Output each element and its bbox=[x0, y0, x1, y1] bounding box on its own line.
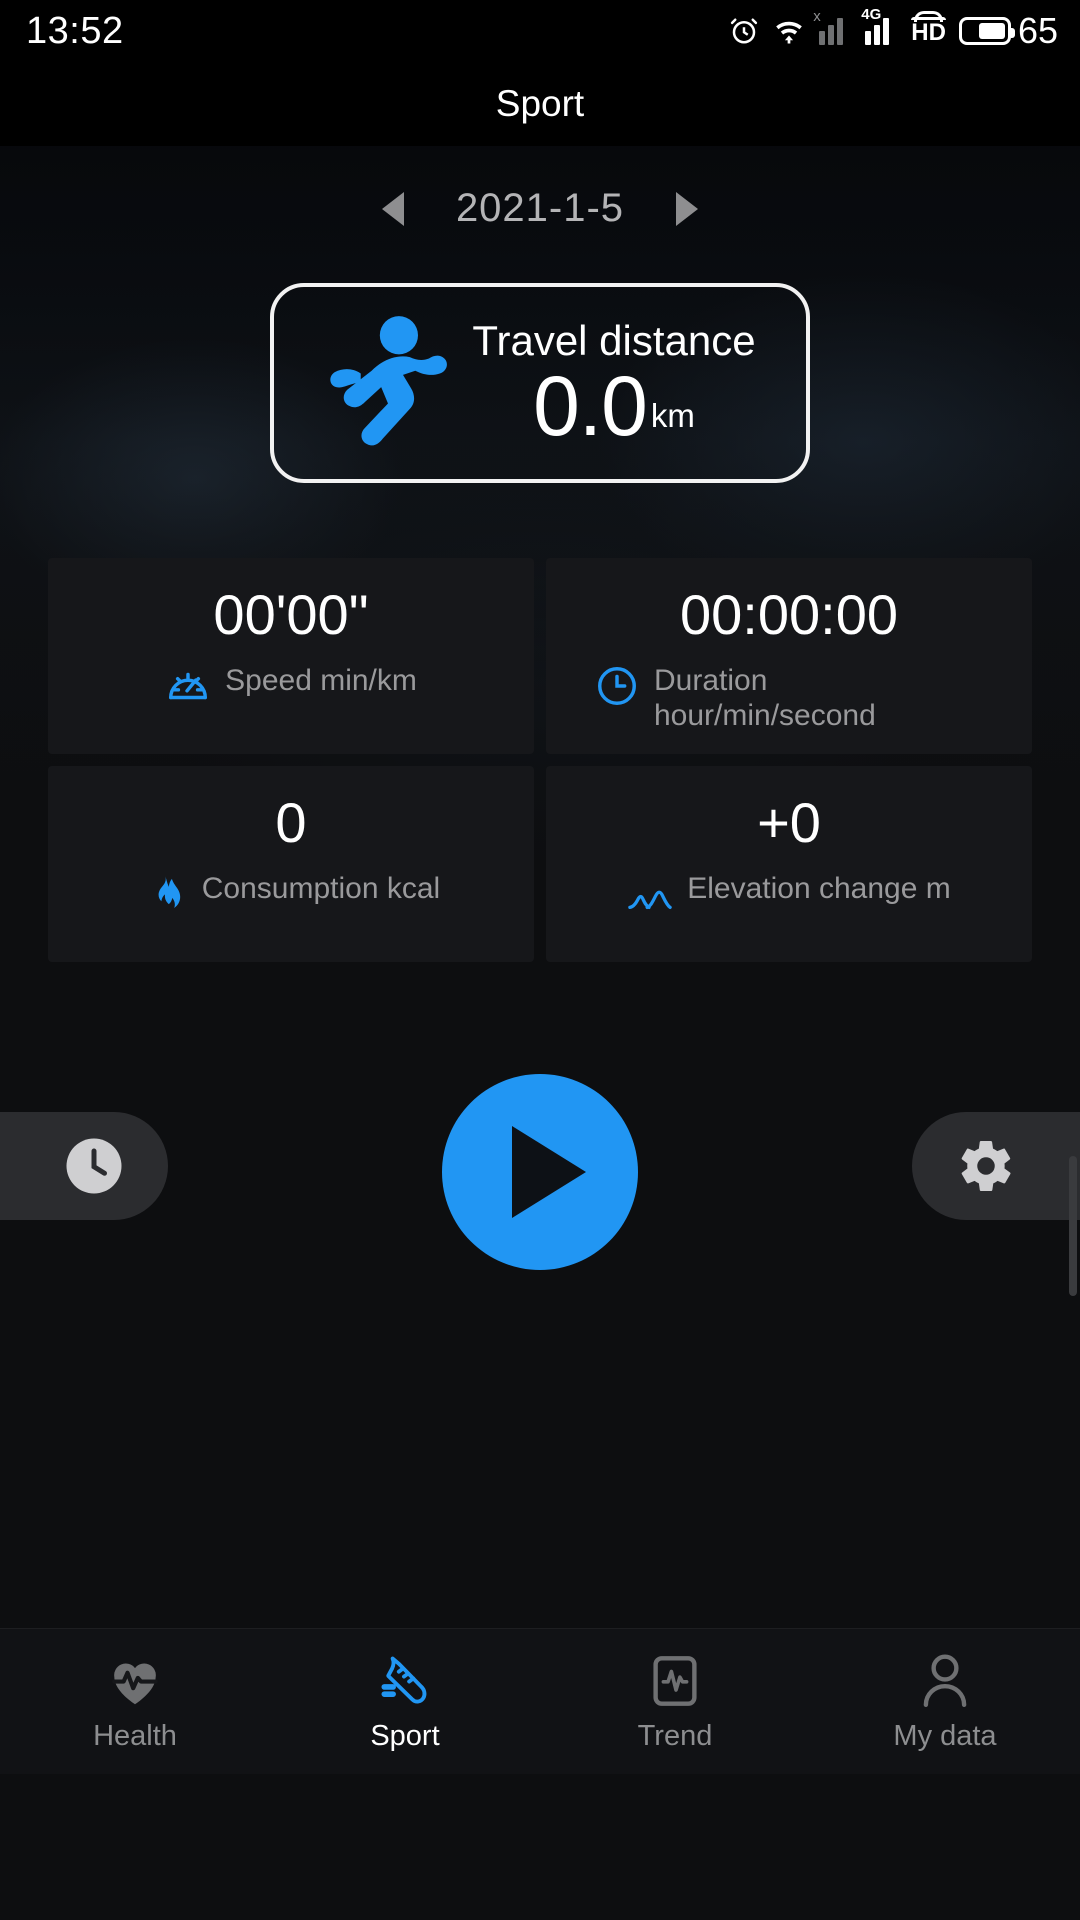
signal-4g-icon: 4G bbox=[861, 6, 898, 45]
scrollbar[interactable] bbox=[1069, 1156, 1077, 1296]
gear-icon bbox=[961, 1140, 1011, 1191]
status-time: 13:52 bbox=[26, 9, 124, 52]
stat-value: 00'00" bbox=[213, 583, 369, 646]
distance-unit: km bbox=[650, 397, 695, 435]
stat-label-row: Elevation change m bbox=[560, 871, 1018, 917]
distance-value: 0.0 bbox=[533, 358, 648, 453]
stat-card-speed[interactable]: 00'00" Speed min/km bbox=[48, 558, 534, 754]
status-icon-group: x 4G HD 65 bbox=[729, 6, 1058, 52]
main-content: 2021-1-5 Travel distance 0.0 km 00'00" S… bbox=[0, 146, 1080, 1774]
stat-label-row: Speed min/km bbox=[62, 663, 520, 709]
stat-card-elevation[interactable]: +0 Elevation change m bbox=[546, 766, 1032, 962]
distance-value-row: 0.0 km bbox=[533, 358, 695, 453]
nav-item-my-data[interactable]: My data bbox=[810, 1650, 1080, 1753]
stats-grid: 00'00" Speed min/km 00:00:00 Duration ho… bbox=[0, 558, 1080, 962]
stat-label: Duration hour/min/second bbox=[654, 663, 876, 732]
person-icon bbox=[923, 1654, 967, 1707]
alarm-icon bbox=[729, 16, 759, 46]
running-person-icon bbox=[330, 316, 448, 446]
nav-item-sport[interactable]: Sport bbox=[270, 1650, 540, 1753]
nav-item-health[interactable]: Health bbox=[0, 1650, 270, 1753]
settings-button[interactable] bbox=[912, 1112, 1080, 1220]
stat-label-row: Duration hour/min/second bbox=[560, 663, 1018, 733]
speedometer-icon bbox=[169, 672, 208, 699]
heart-pulse-icon bbox=[112, 1663, 158, 1705]
stat-card-consumption[interactable]: 0 Consumption kcal bbox=[48, 766, 534, 962]
bottom-navigation: Health Sport Trend My data bbox=[0, 1628, 1080, 1774]
play-icon bbox=[512, 1126, 586, 1218]
stat-value: +0 bbox=[757, 791, 821, 854]
stat-value: 0 bbox=[275, 791, 307, 854]
controls-row bbox=[0, 1074, 1080, 1270]
volte-hd-icon: HD bbox=[911, 11, 946, 46]
signal-no-service-icon: x bbox=[813, 8, 852, 45]
battery-icon: 65 bbox=[958, 10, 1058, 52]
wifi-icon bbox=[772, 16, 806, 46]
nav-label: Health bbox=[93, 1720, 177, 1752]
status-bar: 13:52 x 4G HD 65 bbox=[0, 0, 1080, 62]
travel-distance-card[interactable]: Travel distance 0.0 km bbox=[270, 283, 810, 483]
date-label[interactable]: 2021-1-5 bbox=[456, 186, 624, 231]
stat-label: Speed min/km bbox=[225, 663, 417, 697]
stat-label: Elevation change m bbox=[687, 871, 951, 905]
network-type-label: 4G bbox=[861, 6, 882, 23]
stat-card-duration[interactable]: 00:00:00 Duration hour/min/second bbox=[546, 558, 1032, 754]
battery-level: 65 bbox=[1017, 10, 1058, 51]
clock-history-icon bbox=[66, 1138, 122, 1194]
nav-item-trend[interactable]: Trend bbox=[540, 1650, 810, 1753]
history-button[interactable] bbox=[0, 1112, 168, 1220]
stat-value: 00:00:00 bbox=[680, 583, 898, 646]
chevron-right-icon[interactable] bbox=[676, 191, 699, 226]
stat-label: Consumption kcal bbox=[201, 871, 441, 905]
chevron-left-icon[interactable] bbox=[381, 191, 404, 226]
stat-label-row: Consumption kcal bbox=[62, 871, 520, 917]
trend-chart-icon bbox=[653, 1656, 697, 1706]
running-shoe-icon bbox=[381, 1656, 427, 1704]
date-navigation: 2021-1-5 bbox=[0, 146, 1080, 231]
nav-label: Sport bbox=[370, 1720, 440, 1752]
signal-x-label: x bbox=[813, 8, 821, 25]
mountain-icon bbox=[628, 890, 673, 909]
distance-title: Travel distance bbox=[472, 316, 756, 364]
nav-label: My data bbox=[893, 1720, 997, 1752]
app-bar: Sport bbox=[0, 62, 1080, 146]
flame-icon bbox=[158, 874, 180, 908]
page-title: Sport bbox=[495, 83, 585, 124]
clock-icon bbox=[598, 666, 636, 705]
distance-texts: Travel distance 0.0 km bbox=[472, 316, 756, 453]
start-button[interactable] bbox=[442, 1074, 638, 1270]
nav-label: Trend bbox=[637, 1720, 713, 1752]
